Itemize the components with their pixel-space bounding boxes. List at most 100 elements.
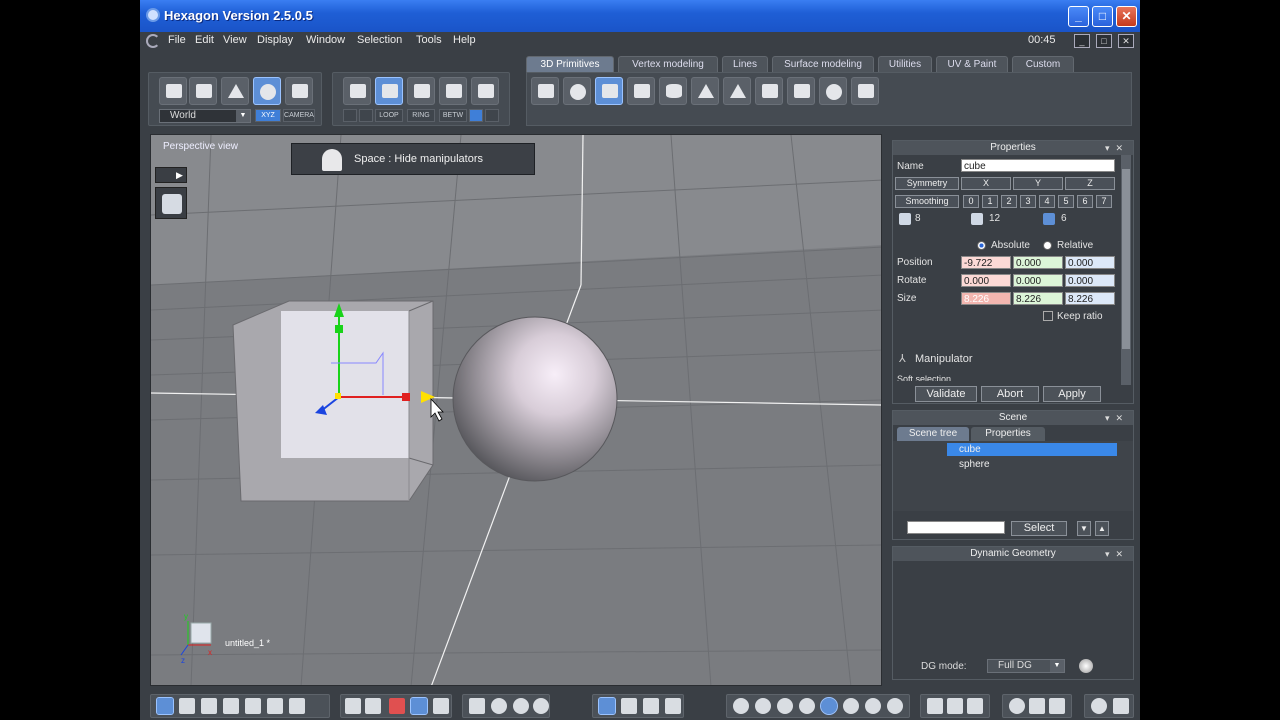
absolute-radio[interactable] [977, 241, 986, 250]
textured-shading-icon[interactable] [843, 698, 859, 714]
rotate-y-field[interactable]: 0.000 [1013, 274, 1063, 287]
menu-file[interactable]: File [168, 34, 186, 46]
layout-single-icon[interactable] [156, 697, 174, 715]
grid-select-icon[interactable] [359, 109, 373, 122]
layout-quad-icon[interactable] [179, 698, 195, 714]
sun-icon[interactable] [1091, 698, 1107, 714]
tab-uv-paint[interactable]: UV & Paint [936, 56, 1008, 72]
auto-mode-icon[interactable] [471, 77, 499, 105]
geodesic-primitive-icon[interactable] [819, 77, 847, 105]
smoothing-5[interactable]: 5 [1058, 195, 1074, 208]
grid-display-icon[interactable] [345, 698, 361, 714]
size-y-field[interactable]: 8.226 [1013, 292, 1063, 305]
face-mode-icon[interactable] [375, 77, 403, 105]
apply-button[interactable]: Apply [1043, 386, 1101, 402]
hand-icon[interactable] [1049, 698, 1065, 714]
frame-select-icon[interactable] [469, 109, 483, 122]
size-z-field[interactable]: 8.226 [1065, 292, 1115, 305]
panel-controls-icon[interactable]: ▾✕ [1105, 411, 1129, 425]
sphere-primitive-icon[interactable] [563, 77, 591, 105]
tab-utilities[interactable]: Utilities [878, 56, 932, 72]
rotate-x-field[interactable]: 0.000 [961, 274, 1011, 287]
dodecahedron-primitive-icon[interactable] [787, 77, 815, 105]
layout-horizontal-icon[interactable] [267, 698, 283, 714]
select-arrow-icon[interactable] [159, 77, 187, 105]
validate-button[interactable]: Validate [915, 386, 977, 402]
pan-icon[interactable] [491, 698, 507, 714]
vertex-mode-icon[interactable] [439, 77, 467, 105]
menu-help[interactable]: Help [453, 34, 476, 46]
tree-item-cube[interactable]: cube [947, 443, 1117, 456]
smoothing-4[interactable]: 4 [1039, 195, 1055, 208]
cylinder-primitive-icon[interactable] [659, 77, 687, 105]
cube-primitive-icon[interactable] [531, 77, 559, 105]
plane-primitive-icon[interactable] [595, 77, 623, 105]
render-shading-icon[interactable] [887, 698, 903, 714]
tab-3d-primitives[interactable]: 3D Primitives [526, 56, 614, 72]
brush-select-icon[interactable] [343, 109, 357, 122]
gear-icon[interactable] [1009, 698, 1025, 714]
chevron-down-icon[interactable]: ▼ [236, 110, 250, 122]
sphere-object[interactable] [452, 316, 618, 482]
wrench-icon[interactable] [365, 698, 381, 714]
menu-display[interactable]: Display [257, 34, 293, 46]
manipulator-ghost-icon[interactable] [285, 77, 313, 105]
panel-controls-icon[interactable]: ▾✕ [1105, 141, 1129, 155]
smoothing-2[interactable]: 2 [1001, 195, 1017, 208]
grid-primitive-icon[interactable] [627, 77, 655, 105]
paint-select-icon[interactable] [221, 77, 249, 105]
camera-button[interactable]: CAMERA [283, 109, 315, 122]
edge-mode-icon[interactable] [407, 77, 435, 105]
rotate-manipulator-icon[interactable] [643, 698, 659, 714]
cone-primitive-icon[interactable] [691, 77, 719, 105]
text-3d-primitive-icon[interactable] [851, 77, 879, 105]
abort-button[interactable]: Abort [981, 386, 1039, 402]
menu-window[interactable]: Window [306, 34, 345, 46]
tree-item-sphere[interactable]: sphere [947, 458, 1117, 471]
select-button[interactable]: Select [1011, 521, 1067, 536]
tab-scene-tree[interactable]: Scene tree [897, 427, 969, 441]
xyz-button[interactable]: XYZ [255, 109, 281, 122]
layout-split-icon[interactable] [201, 698, 217, 714]
disc-primitive-icon[interactable] [755, 77, 783, 105]
grid-full-icon[interactable] [433, 698, 449, 714]
symmetry-button[interactable]: Symmetry [895, 177, 959, 190]
circle-select-icon[interactable] [485, 109, 499, 122]
universal-manipulator-icon[interactable] [598, 697, 616, 715]
symmetry-x[interactable]: X [961, 177, 1011, 190]
close-button[interactable]: ✕ [1116, 6, 1137, 27]
rotate-z-field[interactable]: 0.000 [1065, 274, 1115, 287]
symmetry-z[interactable]: Z [1065, 177, 1115, 190]
render-lights-icon[interactable] [967, 698, 983, 714]
minimize-button[interactable]: _ [1068, 6, 1089, 27]
ring-button[interactable]: RING [407, 109, 435, 122]
tab-custom[interactable]: Custom [1012, 56, 1074, 72]
viewport-nav-button[interactable] [155, 187, 187, 219]
smoothing-button[interactable]: Smoothing [895, 195, 959, 208]
doc-close-button[interactable]: ✕ [1118, 34, 1134, 48]
position-z-field[interactable]: 0.000 [1065, 256, 1115, 269]
coordinate-system-select[interactable]: World ▼ [159, 109, 251, 123]
menu-selection[interactable]: Selection [357, 34, 402, 46]
realtime-shading-icon[interactable] [865, 698, 881, 714]
dg-sphere-icon[interactable] [1079, 659, 1093, 673]
perspective-viewport[interactable]: y x z Perspective view Space : Hide mani… [150, 134, 882, 686]
menu-edit[interactable]: Edit [195, 34, 214, 46]
flat-shading-icon[interactable] [777, 698, 793, 714]
viewport-expand-button[interactable]: ▶ [155, 167, 187, 183]
size-x-field[interactable]: 8.226 [961, 292, 1011, 305]
smoothing-0[interactable]: 0 [963, 195, 979, 208]
chevron-up-icon[interactable]: ▲ [1095, 521, 1109, 536]
maximize-button[interactable]: □ [1092, 6, 1113, 27]
smooth-lines-shading-icon[interactable] [820, 697, 838, 715]
scene-search-input[interactable] [907, 521, 1005, 534]
properties-scrollbar[interactable] [1121, 155, 1131, 385]
grid-red-icon[interactable] [389, 698, 405, 714]
between-button[interactable]: BETW [439, 109, 467, 122]
dg-mode-select[interactable]: Full DG ▼ [987, 659, 1065, 673]
doc-restore-button[interactable]: □ [1096, 34, 1112, 48]
position-y-field[interactable]: 0.000 [1013, 256, 1063, 269]
object-mode-icon[interactable] [343, 77, 371, 105]
magnet-select-icon[interactable] [253, 77, 281, 105]
pyramid-primitive-icon[interactable] [723, 77, 751, 105]
